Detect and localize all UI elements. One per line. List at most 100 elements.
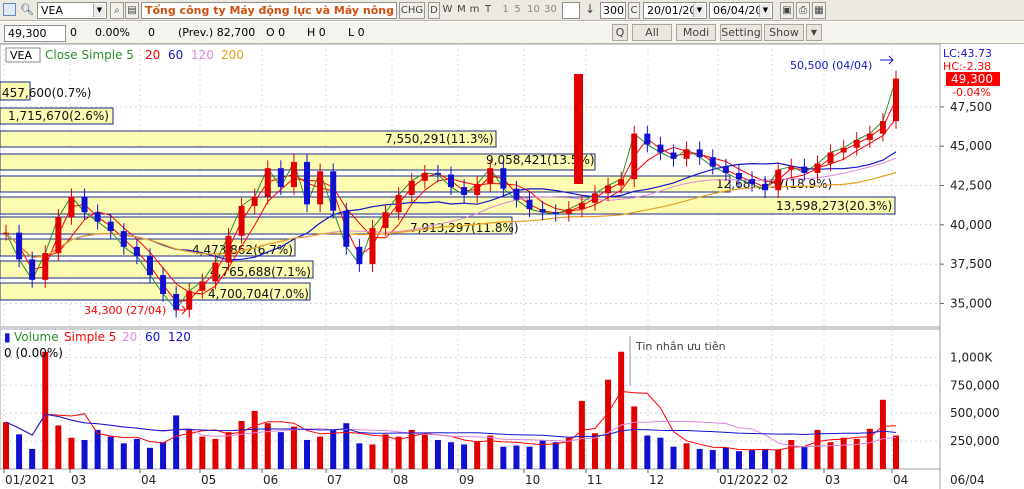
candle-body (631, 133, 638, 180)
symbol-select[interactable]: VEA ▼ (37, 2, 107, 19)
candle-body (762, 183, 769, 191)
price-tick-label: 40,000 (950, 218, 992, 232)
volume-bar (343, 423, 350, 469)
high-value: H 0 (307, 26, 326, 39)
volume-bar (264, 423, 271, 469)
c-button[interactable]: C (628, 2, 640, 19)
date-to-select[interactable]: 06/04/202 ▼ (709, 2, 773, 19)
legend-symbol: VEA (10, 49, 32, 62)
change-value: 0 (70, 26, 77, 39)
modi-button[interactable]: Modi (676, 24, 716, 41)
candle-body (81, 196, 88, 213)
interval-10[interactable]: 10 (526, 2, 541, 19)
legend-ma20: 20 (145, 48, 160, 62)
time-tick-label: 03 (825, 473, 840, 487)
candle-body (814, 163, 821, 173)
candle-body (395, 194, 402, 213)
bar-count-input[interactable]: 300 (600, 2, 626, 19)
candle-body (199, 281, 206, 291)
price-spike (574, 74, 583, 184)
volume-bar (749, 450, 756, 469)
volume-bar (277, 432, 284, 469)
legend-volume: Volume (14, 330, 59, 344)
volume-bar (304, 439, 311, 469)
grid-icon[interactable] (3, 3, 16, 16)
quote-bar: 49,300 0 0.00% 0 (Prev.) 82,700 O 0 H 0 … (0, 22, 1024, 44)
price-volume-chart[interactable]: 457,600(0.7%) 1,715,670(2.6%) 7,550,291(11… (0, 44, 1024, 489)
candle-body (212, 262, 219, 282)
legend-ma200: 200 (221, 48, 244, 62)
volume-bar (500, 446, 507, 469)
volume-bar (526, 446, 533, 469)
all-button[interactable]: All (632, 24, 672, 41)
interval-1[interactable]: 1 (500, 2, 511, 19)
volume-bar (709, 450, 716, 469)
volume-bar (591, 433, 598, 469)
candle-body (709, 157, 716, 167)
volume-tick-label: 750,000 (950, 378, 1000, 392)
q-button[interactable]: Q (612, 24, 628, 41)
blank-field[interactable] (562, 2, 580, 19)
legend-vol-ma120: 120 (168, 330, 191, 344)
volume-bar (16, 434, 23, 469)
candle-body (657, 144, 664, 153)
volume-bar (474, 441, 481, 469)
period-min[interactable]: m (469, 2, 480, 19)
volume-bar (762, 448, 769, 469)
candle-body (146, 256, 153, 276)
candle-body (330, 171, 337, 211)
search-icon[interactable]: 🔍︎ (20, 3, 34, 17)
time-tick-label: 09 (459, 473, 474, 487)
volume-bar (879, 399, 886, 469)
period-t[interactable]: T (482, 2, 494, 19)
volume-tick-label: 250,000 (950, 434, 1000, 448)
time-cursor-label: 06/04 (950, 473, 985, 487)
chevron-down-icon[interactable]: ▼ (93, 4, 105, 17)
candle-body (42, 253, 49, 280)
dropdown-icon[interactable]: ▼ (806, 24, 822, 41)
candle-body (513, 188, 520, 200)
period-m[interactable]: M (455, 2, 468, 19)
period-d[interactable]: D (428, 2, 440, 19)
time-tick-label: 01/2022 (719, 473, 769, 487)
settings-icon[interactable]: ▦ (812, 2, 826, 19)
chevron-down-icon[interactable]: ▼ (759, 4, 771, 17)
interval-30[interactable]: 30 (543, 2, 558, 19)
candle-body (16, 232, 23, 260)
save-icon[interactable]: ▣ (780, 2, 794, 19)
candle-body (369, 227, 376, 265)
candle-body (552, 212, 559, 214)
volume-profile-label: 457,600(0.7%) (2, 86, 91, 100)
legend-close: Close Simple 5 (45, 48, 134, 62)
chg-button[interactable]: CHG (399, 2, 425, 19)
candle-body (304, 161, 311, 205)
time-tick-label: 04 (141, 473, 156, 487)
volume-info: 0 (0.00%) (4, 346, 63, 360)
period-w[interactable]: W (441, 2, 454, 19)
candle-body (107, 221, 114, 232)
volume-bar (578, 400, 585, 469)
candle-body (94, 212, 101, 222)
candle-body (238, 205, 245, 236)
compare-icon[interactable]: ▤ (125, 2, 139, 19)
time-tick-label: 05 (201, 473, 216, 487)
arrow-down-icon[interactable]: ↓ (583, 2, 597, 19)
print-icon[interactable]: ⎙ (796, 2, 810, 19)
time-tick-label: 08 (393, 473, 408, 487)
candle-body (539, 209, 546, 213)
candle-body (735, 172, 742, 180)
volume-bar (893, 435, 899, 469)
candle-body (500, 168, 507, 189)
volume-bar (330, 429, 337, 469)
symbol-value: VEA (41, 4, 63, 17)
candle-body (133, 246, 140, 257)
chevron-down-icon[interactable]: ▼ (693, 4, 705, 17)
volume-bar (696, 448, 703, 469)
setting-button[interactable]: Setting (720, 24, 762, 41)
date-from-select[interactable]: 20/01/202 ▼ (643, 2, 707, 19)
show-button[interactable]: Show (764, 24, 804, 41)
candle-body (55, 216, 62, 254)
last-price: 49,300 (951, 72, 993, 86)
interval-5[interactable]: 5 (512, 2, 523, 19)
zoom-icon[interactable]: ⌕ (110, 2, 124, 19)
